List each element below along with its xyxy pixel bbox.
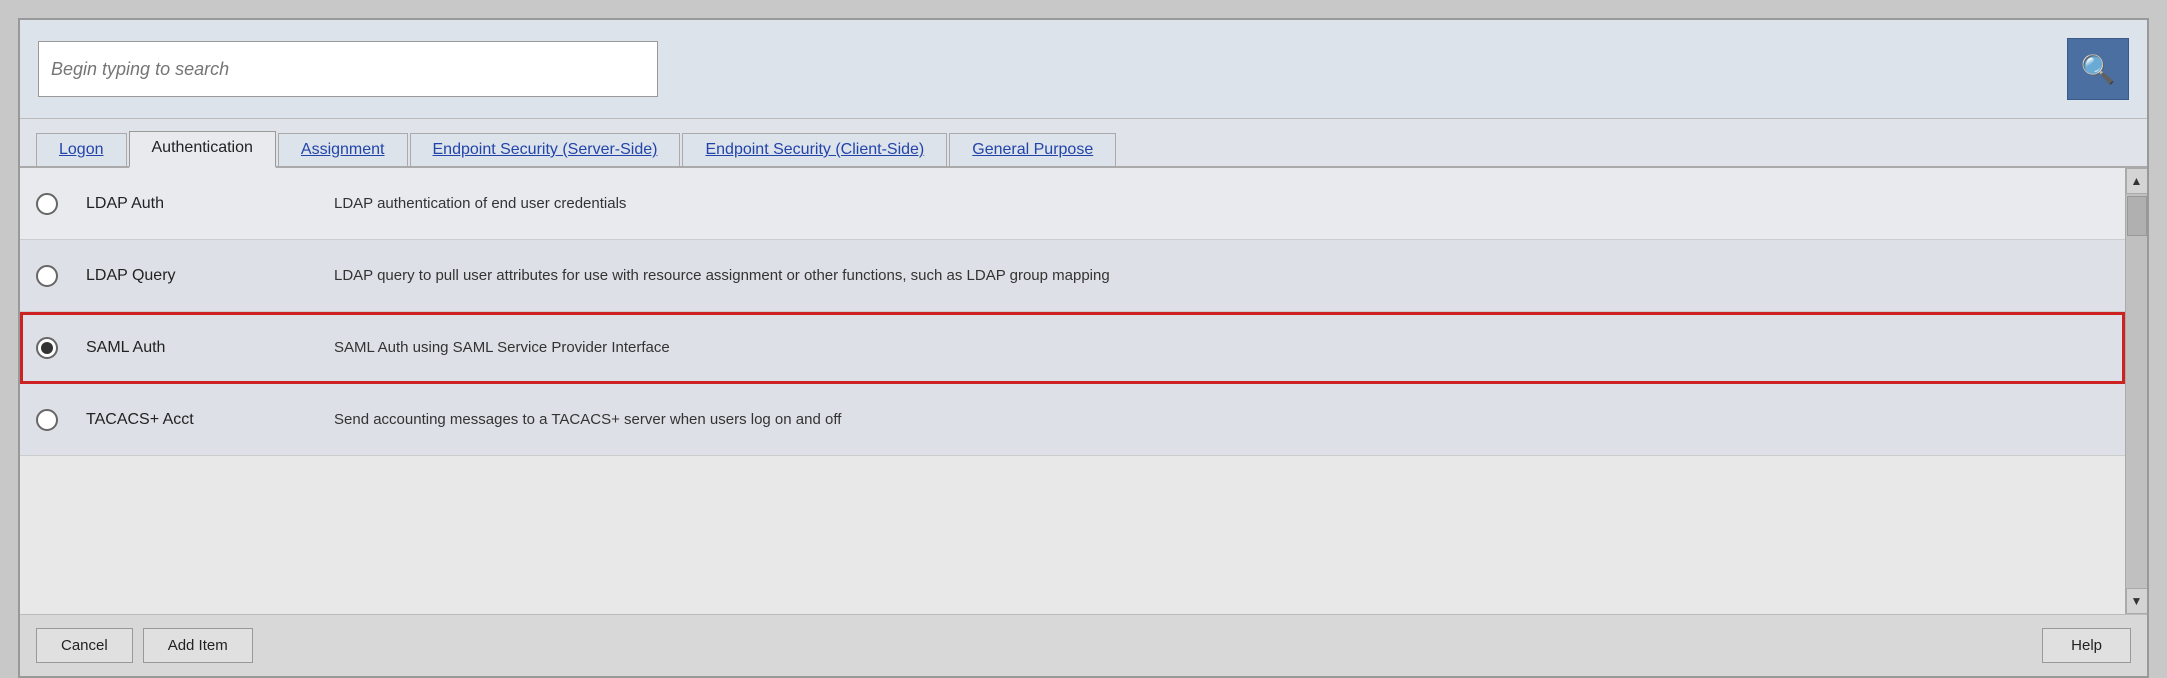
- list-item[interactable]: LDAP Auth LDAP authentication of end use…: [20, 168, 2125, 240]
- tab-logon[interactable]: Logon: [36, 133, 127, 166]
- cancel-button[interactable]: Cancel: [36, 628, 133, 663]
- item-desc-ldap-auth: LDAP authentication of end user credenti…: [334, 195, 626, 212]
- tab-general[interactable]: General Purpose: [949, 133, 1116, 166]
- outer-container: 🔍 Logon Authentication Assignment Endpoi…: [0, 0, 2167, 678]
- tab-authentication[interactable]: Authentication: [129, 131, 276, 168]
- list-area: LDAP Auth LDAP authentication of end use…: [20, 168, 2125, 614]
- inner-container: 🔍 Logon Authentication Assignment Endpoi…: [18, 18, 2149, 678]
- scrollbar-thumb[interactable]: [2127, 196, 2147, 236]
- help-button[interactable]: Help: [2042, 628, 2131, 663]
- main-area: LDAP Auth LDAP authentication of end use…: [20, 168, 2147, 614]
- search-row: 🔍: [20, 20, 2147, 119]
- tab-endpoint-server[interactable]: Endpoint Security (Server-Side): [410, 133, 681, 166]
- item-desc-ldap-query: LDAP query to pull user attributes for u…: [334, 267, 1110, 284]
- scrollbar-down[interactable]: ▼: [2126, 588, 2148, 614]
- item-name-tacacs-acct: TACACS+ Acct: [86, 411, 306, 429]
- radio-tacacs-acct[interactable]: [36, 409, 58, 431]
- scrollbar-up[interactable]: ▲: [2126, 168, 2148, 194]
- item-desc-saml-auth: SAML Auth using SAML Service Provider In…: [334, 339, 670, 356]
- search-input[interactable]: [38, 41, 658, 97]
- list-item[interactable]: LDAP Query LDAP query to pull user attri…: [20, 240, 2125, 312]
- tab-endpoint-client[interactable]: Endpoint Security (Client-Side): [682, 133, 947, 166]
- list-item[interactable]: TACACS+ Acct Send accounting messages to…: [20, 384, 2125, 456]
- item-name-ldap-query: LDAP Query: [86, 267, 306, 285]
- item-desc-tacacs-acct: Send accounting messages to a TACACS+ se…: [334, 411, 841, 428]
- item-name-ldap-auth: LDAP Auth: [86, 195, 306, 213]
- add-item-button[interactable]: Add Item: [143, 628, 253, 663]
- search-button[interactable]: 🔍: [2067, 38, 2129, 100]
- search-icon: 🔍: [2081, 53, 2116, 86]
- footer-row: Cancel Add Item Help: [20, 614, 2147, 676]
- item-name-saml-auth: SAML Auth: [86, 339, 306, 357]
- radio-saml-auth[interactable]: [36, 337, 58, 359]
- scrollbar-track: ▲ ▼: [2125, 168, 2147, 614]
- list-item-selected[interactable]: SAML Auth SAML Auth using SAML Service P…: [20, 312, 2125, 384]
- tabs-row: Logon Authentication Assignment Endpoint…: [20, 119, 2147, 168]
- radio-ldap-auth[interactable]: [36, 193, 58, 215]
- radio-ldap-query[interactable]: [36, 265, 58, 287]
- tab-assignment[interactable]: Assignment: [278, 133, 408, 166]
